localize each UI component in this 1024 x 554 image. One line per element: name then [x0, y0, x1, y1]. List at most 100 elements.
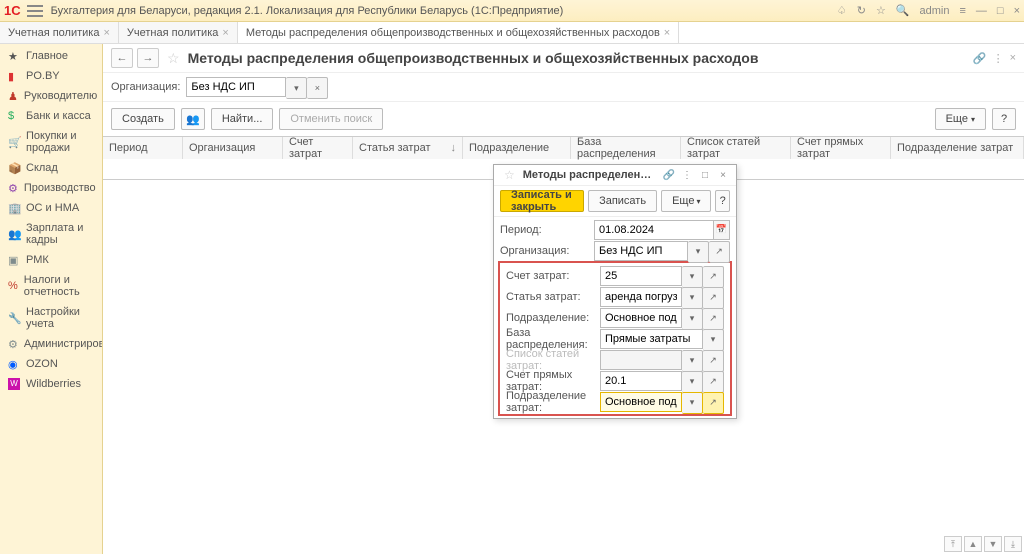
sidebar-item-manager[interactable]: ♟Руководителю — [0, 86, 102, 106]
find-button[interactable]: Найти... — [211, 108, 274, 130]
org-combo[interactable]: ▾ × — [186, 77, 328, 97]
tab-close-icon[interactable]: × — [103, 27, 109, 39]
col-org[interactable]: Организация — [183, 137, 283, 159]
favorite-toggle[interactable]: ☆ — [167, 50, 180, 67]
dropdown-icon[interactable]: ▾ — [682, 266, 703, 288]
dialog-pin-icon[interactable]: □ — [698, 170, 712, 181]
person-icon: ♟ — [8, 90, 18, 102]
back-button[interactable]: ← — [111, 48, 133, 68]
sidebar-item-wb[interactable]: WWildberries — [0, 374, 102, 394]
scroll-down-icon[interactable]: ▼ — [984, 536, 1002, 552]
open-icon: ↗ — [703, 350, 724, 372]
dropdown-icon[interactable]: ▾ — [703, 329, 724, 351]
calendar-icon[interactable]: 📅 — [714, 220, 730, 240]
dialog-more-icon[interactable]: ⋮ — [680, 170, 694, 181]
settings-icon[interactable]: ≡ — [959, 5, 965, 17]
dropdown-icon[interactable]: ▾ — [682, 392, 703, 414]
menu-icon[interactable] — [27, 5, 43, 17]
dialog-close-icon[interactable]: × — [716, 170, 730, 181]
open-icon[interactable]: ↗ — [703, 308, 724, 330]
sidebar-item-rmk[interactable]: ▣РМК — [0, 250, 102, 270]
dialog-favorite-icon[interactable]: ☆ — [504, 168, 515, 182]
dept-input[interactable] — [600, 308, 682, 328]
close-page-icon[interactable]: × — [1010, 52, 1016, 65]
costdept-input[interactable] — [600, 392, 682, 412]
sidebar-item-tax[interactable]: %Налоги и отчетность — [0, 270, 102, 302]
notification-icon[interactable]: ♤ — [837, 4, 847, 17]
sidebar-item-prod[interactable]: ⚙Производство — [0, 178, 102, 198]
sidebar-item-settings[interactable]: 🔧Настройки учета — [0, 302, 102, 334]
cancel-find-button[interactable]: Отменить поиск — [279, 108, 383, 130]
forward-button[interactable]: → — [137, 48, 159, 68]
col-period[interactable]: Период — [103, 137, 183, 159]
favorite-icon[interactable]: ☆ — [876, 4, 886, 17]
close-icon[interactable]: × — [1014, 5, 1020, 17]
sidebar-item-admin[interactable]: ⚙Администрирование — [0, 334, 102, 354]
base-input[interactable] — [600, 329, 703, 349]
field-dept: Подразделение: ▾↗ — [500, 307, 730, 328]
dialog-link-icon[interactable]: 🔗 — [662, 170, 676, 181]
save-button[interactable]: Записать — [588, 190, 657, 212]
copy-button[interactable]: 👥 — [181, 108, 205, 130]
history-icon[interactable]: ↻ — [857, 4, 866, 17]
sidebar-item-main[interactable]: ★Главное — [0, 46, 102, 66]
sidebar-item-bank[interactable]: $Банк и касса — [0, 106, 102, 126]
sidebar-item-stock[interactable]: 📦Склад — [0, 158, 102, 178]
tab-close-icon[interactable]: × — [664, 27, 670, 39]
col-item[interactable]: Статья затрат↓ — [353, 137, 463, 159]
dropdown-icon[interactable]: ▾ — [682, 371, 703, 393]
open-icon[interactable]: ↗ — [703, 392, 724, 414]
tab-item[interactable]: Методы распределения общепроизводственны… — [238, 22, 679, 43]
col-list[interactable]: Список статей затрат — [681, 137, 791, 159]
titlebar: 1С Бухгалтерия для Беларуси, редакция 2.… — [0, 0, 1024, 22]
scroll-bottom-icon[interactable]: ⤓ — [1004, 536, 1022, 552]
dialog-more-button[interactable]: Еще ▾ — [661, 190, 711, 212]
sidebar-item-trade[interactable]: 🛒Покупки и продажи — [0, 126, 102, 158]
sidebar-item-salary[interactable]: 👥Зарплата и кадры — [0, 218, 102, 250]
period-input[interactable] — [594, 220, 714, 240]
dropdown-icon[interactable]: ▾ — [286, 77, 307, 99]
sidebar-item-assets[interactable]: 🏢ОС и НМА — [0, 198, 102, 218]
field-item: Статья затрат: ▾↗ — [500, 286, 730, 307]
tab-item[interactable]: Учетная политика× — [119, 22, 238, 43]
open-icon[interactable]: ↗ — [703, 287, 724, 309]
minimize-icon[interactable]: — — [976, 5, 987, 17]
col-account[interactable]: Счет затрат — [283, 137, 353, 159]
save-close-button[interactable]: Записать и закрыть — [500, 190, 584, 212]
col-direct[interactable]: Счет прямых затрат — [791, 137, 891, 159]
dialog-help-button[interactable]: ? — [715, 190, 730, 212]
field-costdept: Подразделение затрат: ▾↗ — [500, 391, 730, 412]
item-input[interactable] — [600, 287, 682, 307]
create-button[interactable]: Создать — [111, 108, 175, 130]
tab-close-icon[interactable]: × — [222, 27, 228, 39]
search-icon[interactable]: 🔍 — [896, 4, 910, 17]
sidebar-item-poby[interactable]: ▮PO.BY — [0, 66, 102, 86]
wrench-icon: 🔧 — [8, 312, 20, 324]
user-label[interactable]: admin — [920, 5, 950, 17]
dropdown-icon[interactable]: ▾ — [682, 308, 703, 330]
help-button[interactable]: ? — [992, 108, 1016, 130]
col-dept[interactable]: Подразделение — [463, 137, 571, 159]
open-icon[interactable]: ↗ — [703, 266, 724, 288]
open-icon[interactable]: ↗ — [703, 371, 724, 393]
dialog-body: Период: 📅 Организация: ▾↗ Счет затрат: ▾… — [494, 217, 736, 418]
dropdown-icon[interactable]: ▾ — [688, 241, 709, 263]
org-input[interactable] — [186, 77, 286, 97]
account-input[interactable] — [600, 266, 682, 286]
clear-icon[interactable]: × — [307, 77, 328, 99]
sidebar-item-ozon[interactable]: ◉OZON — [0, 354, 102, 374]
scroll-top-icon[interactable]: ⤒ — [944, 536, 962, 552]
cart-icon: 🛒 — [8, 136, 20, 148]
dropdown-icon[interactable]: ▾ — [682, 287, 703, 309]
direct-input[interactable] — [600, 371, 682, 391]
org-dialog-input[interactable] — [594, 241, 688, 261]
link-icon[interactable]: 🔗 — [973, 52, 987, 65]
more-button[interactable]: Еще ▾ — [935, 108, 986, 130]
col-base[interactable]: База распределения — [571, 137, 681, 159]
open-icon[interactable]: ↗ — [709, 241, 730, 263]
tab-item[interactable]: Учетная политика× — [0, 22, 119, 43]
scroll-up-icon[interactable]: ▲ — [964, 536, 982, 552]
maximize-icon[interactable]: □ — [997, 5, 1004, 17]
more-icon[interactable]: ⋮ — [993, 52, 1004, 65]
col-costdept[interactable]: Подразделение затрат — [891, 137, 1024, 159]
